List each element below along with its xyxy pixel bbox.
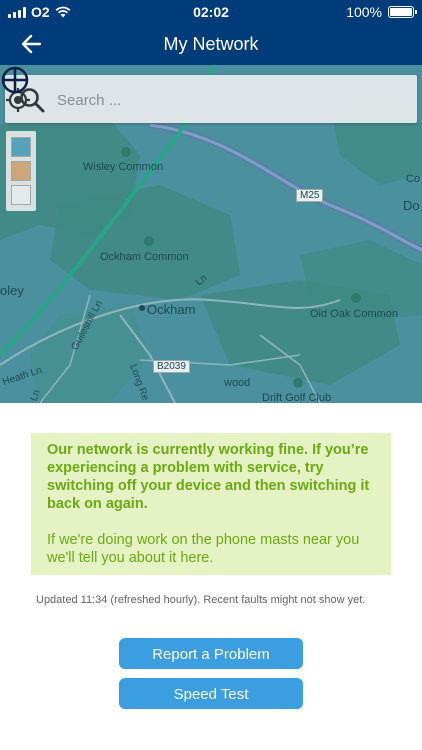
- layer-swatch-blue[interactable]: [11, 137, 31, 157]
- battery-icon: [388, 6, 417, 18]
- report-problem-button[interactable]: Report a Problem: [119, 638, 303, 669]
- notice-secondary-text: If we're doing work on the phone masts n…: [47, 532, 360, 566]
- last-updated-text: Updated 11:34 (refreshed hourly). Recent…: [36, 594, 366, 606]
- map-label-ockham: Ockham: [147, 302, 196, 317]
- map-search-bar: [5, 75, 417, 123]
- map-label-drift-golf-club: Drift Golf Club: [262, 392, 332, 403]
- map-label-wood: wood: [224, 377, 251, 389]
- page-title: My Network: [163, 34, 259, 54]
- search-input[interactable]: [55, 87, 359, 113]
- layer-swatch-white[interactable]: [11, 185, 31, 205]
- map-label-ockham-common: Ockham Common: [100, 251, 189, 263]
- network-status-notice: Our network is currently working fine. I…: [31, 433, 391, 575]
- speed-test-button[interactable]: Speed Test: [119, 678, 303, 709]
- map-label-do: Do: [403, 198, 420, 213]
- map-label-co: Co: [406, 173, 421, 185]
- status-right: 100%: [346, 4, 417, 20]
- coverage-map[interactable]: Wisley Common Ockham Common Ockham Oid O…: [0, 65, 422, 403]
- nav-header: My Network: [0, 24, 422, 65]
- map-layer-selector: [6, 131, 36, 211]
- map-label-b2039: B2039: [153, 360, 190, 373]
- map-label-wisley-common: Wisley Common: [83, 161, 164, 173]
- battery-percent: 100%: [346, 4, 382, 20]
- map-label-oley: oley: [0, 283, 24, 298]
- layer-swatch-orange[interactable]: [11, 161, 31, 181]
- map-label-m25: M25: [296, 189, 324, 202]
- crosshair-icon: [1, 66, 29, 94]
- status-bar: O2 02:02 100%: [0, 0, 422, 24]
- notice-primary-text: Our network is currently working fine. I…: [47, 442, 370, 512]
- map-label-oid-oak-common: Oid Oak Common: [310, 308, 399, 320]
